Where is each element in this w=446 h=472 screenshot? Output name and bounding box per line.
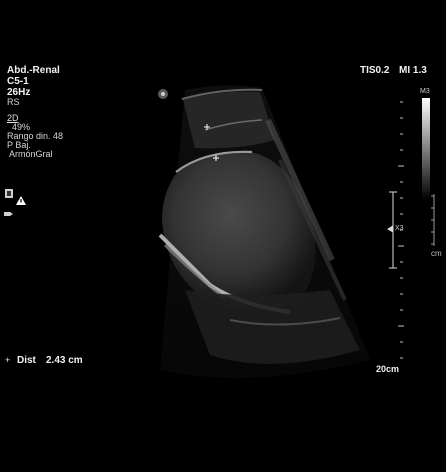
caliper-icon [4,212,13,216]
probe-name[interactable]: C5-1 [7,77,29,87]
harmonics-setting: ArmónGral [9,149,53,159]
depth-label: 20cm [376,364,400,374]
exam-preset[interactable]: Abd.-Renal [7,66,60,76]
orientation-marker-icon [158,89,168,99]
transducer-icon[interactable] [5,189,13,198]
tis-index: TIS0.2 [360,65,390,76]
measurement-value: 2.43 cm [46,355,83,366]
measurement-marker: + [5,355,11,365]
warning-icon [16,196,26,205]
deep-tissue [185,290,360,364]
measurement-label: Dist [17,355,36,366]
mode-abbrev: RS [7,97,20,107]
focus-marker-label: X3 [395,225,404,232]
mi-index: MI 1.3 [399,65,427,76]
grayscale-map-label: M3 [420,88,430,95]
grayscale-bar [422,98,430,200]
scale-unit-label: cm [431,249,442,258]
